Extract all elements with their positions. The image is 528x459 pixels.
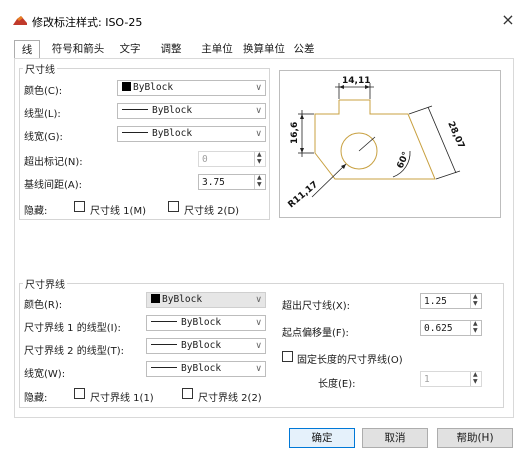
ext-suppress-label: 隐藏: [24,393,48,404]
extend-beyond-label: 超出尺寸线(X): [282,301,351,312]
baseline-spacing-spinner[interactable]: 3.75 ▲ ▼ [198,174,266,190]
preview-dim-left: 16,6 [290,122,300,144]
dimension-preview-drawing: 14,11 16,6 28,07 60° R11,17 [287,76,466,210]
suppress-dim-line-1-label[interactable]: 尺寸线 1(M) [90,202,146,217]
chevron-down-icon: ∨ [255,129,262,139]
ext-lines-group-title: 尺寸界线 [23,276,67,291]
line-sample [151,321,177,322]
tab-alternate-units[interactable]: 换算单位 [240,40,288,58]
color-swatch [151,294,160,303]
cancel-button[interactable]: 取消 [362,428,428,448]
line-sample [151,344,177,345]
line-sample [151,367,177,368]
preview-dim-top: 14,11 [342,76,370,86]
line-sample [122,132,148,133]
ext-lineweight-select[interactable]: ByBlock ∨ [146,361,266,377]
spin-down-icon[interactable]: ▼ [473,328,478,334]
ext-linetype2-select[interactable]: ByBlock ∨ [146,338,266,354]
chevron-down-icon: ∨ [255,364,262,374]
suppress-dim-line-2-checkbox[interactable] [168,201,179,212]
color-swatch [122,82,131,91]
chevron-down-icon: ∨ [255,83,262,93]
app-icon [13,16,27,25]
chevron-down-icon: ∨ [255,318,262,328]
tab-symbols-arrows[interactable]: 符号和箭头 [44,40,112,58]
preview-pane: 14,11 16,6 28,07 60° R11,17 [279,70,501,218]
dim-lines-group-title: 尺寸线 [23,61,57,76]
suppress-ext-line-1-label[interactable]: 尺寸界线 1(1) [90,389,154,404]
fixed-length-checkbox[interactable] [282,351,293,362]
fixed-length-label[interactable]: 固定长度的尺寸界线(O) [297,351,403,366]
spin-down-icon[interactable]: ▼ [473,379,478,385]
close-button[interactable]: × [496,9,520,31]
chevron-down-icon: ∨ [255,295,262,305]
suppress-ext-line-2-label[interactable]: 尺寸界线 2(2) [198,389,262,404]
preview-dim-radius: R11,17 [287,180,321,210]
suppress-dim-line-1-checkbox[interactable] [74,201,85,212]
dim-linetype-select[interactable]: ByBlock ∨ [117,103,266,119]
suppress-ext-line-2-checkbox[interactable] [182,388,193,399]
ext-color-label: 颜色(R): [24,300,63,311]
dim-suppress-label: 隐藏: [24,206,48,217]
ext-linetype2-label: 尺寸界线 2 的线型(T): [24,346,124,357]
ext-linetype1-label: 尺寸界线 1 的线型(I): [24,323,121,334]
length-spinner[interactable]: 1 ▲ ▼ [420,371,482,387]
dim-linetype-label: 线型(L): [24,109,61,120]
ext-linetype1-select[interactable]: ByBlock ∨ [146,315,266,331]
tab-tolerances[interactable]: 公差 [289,40,319,58]
chevron-down-icon: ∨ [255,341,262,351]
spin-down-icon[interactable]: ▼ [257,182,262,188]
origin-offset-spinner[interactable]: 0.625 ▲ ▼ [420,320,482,336]
spin-down-icon[interactable]: ▼ [473,301,478,307]
ext-lineweight-label: 线宽(W): [24,369,66,380]
length-label: 长度(E): [318,379,356,390]
suppress-ext-line-1-checkbox[interactable] [74,388,85,399]
tab-primary-units[interactable]: 主单位 [196,40,238,58]
extend-ticks-label: 超出标记(N): [24,157,83,168]
baseline-spacing-label: 基线间距(A): [24,180,83,191]
chevron-down-icon: ∨ [255,106,262,116]
dim-color-select[interactable]: ByBlock ∨ [117,80,266,96]
ok-button[interactable]: 确定 [289,428,355,448]
extend-ticks-spinner[interactable]: 0 ▲ ▼ [198,151,266,167]
window-title: 修改标注样式: ISO-25 [32,16,143,29]
dim-lineweight-select[interactable]: ByBlock ∨ [117,126,266,142]
spin-down-icon[interactable]: ▼ [257,159,262,165]
dim-lineweight-label: 线宽(G): [24,132,63,143]
suppress-dim-line-2-label[interactable]: 尺寸线 2(D) [184,202,239,217]
origin-offset-label: 起点偏移量(F): [282,328,349,339]
line-sample [122,109,148,110]
tab-lines[interactable]: 线 [14,40,40,60]
preview-dim-right: 28,07 [445,120,466,150]
help-button[interactable]: 帮助(H) [437,428,513,448]
dim-color-label: 颜色(C): [24,86,63,97]
ext-color-select[interactable]: ByBlock ∨ [146,292,266,308]
extend-beyond-spinner[interactable]: 1.25 ▲ ▼ [420,293,482,309]
tab-fit[interactable]: 调整 [155,40,187,58]
tab-text[interactable]: 文字 [114,40,146,58]
